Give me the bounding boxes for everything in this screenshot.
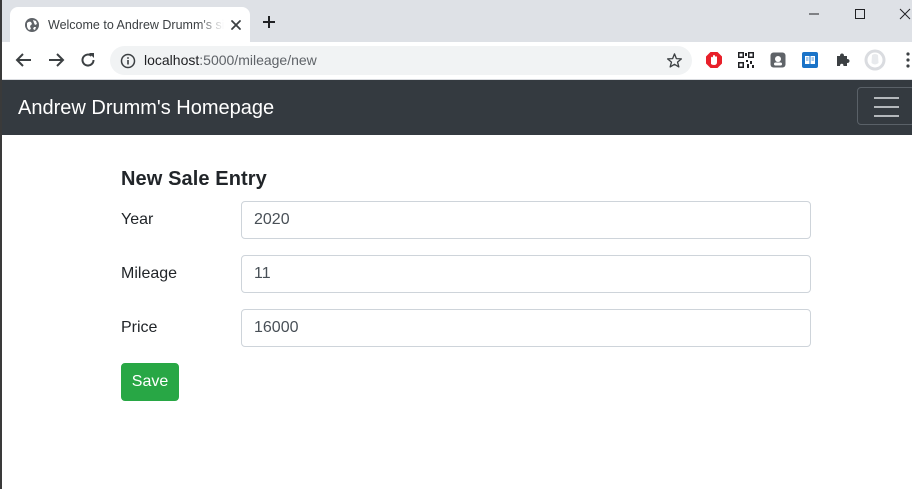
puzzle-icon[interactable] (834, 51, 852, 69)
reader-icon[interactable] (801, 51, 819, 69)
mileage-label: Mileage (121, 265, 178, 282)
browser-tab[interactable]: Welcome to Andrew Drumm's site (10, 7, 250, 42)
navbar-toggler-button[interactable] (857, 87, 912, 125)
close-icon[interactable] (228, 17, 244, 33)
info-icon[interactable] (120, 53, 136, 69)
bookmark-star-icon[interactable] (666, 52, 683, 69)
price-input[interactable] (241, 309, 811, 347)
profile-icon[interactable] (864, 49, 886, 71)
tab-title: Welcome to Andrew Drumm's site (48, 18, 224, 32)
extension-square-icon[interactable] (769, 51, 787, 69)
tab-strip: Welcome to Andrew Drumm's site (2, 0, 912, 42)
forward-arrow-icon[interactable] (47, 51, 65, 69)
back-arrow-icon[interactable] (15, 51, 33, 69)
site-navbar: Andrew Drumm's Homepage (2, 80, 912, 135)
form-title: New Sale Entry (121, 168, 267, 190)
form-row-mileage: Mileage (121, 255, 811, 293)
browser-toolbar: localhost:5000/mileage/new (2, 42, 912, 80)
hamburger-icon (874, 106, 899, 108)
address-bar[interactable]: localhost:5000/mileage/new (110, 46, 692, 75)
more-menu-icon[interactable] (903, 50, 912, 70)
url-path: :5000/mileage/new (199, 52, 317, 68)
form-row-price: Price (121, 309, 811, 347)
url-text: localhost:5000/mileage/new (144, 52, 317, 69)
new-tab-icon[interactable] (260, 13, 278, 31)
url-host: localhost (144, 52, 200, 68)
adblock-icon[interactable] (705, 51, 723, 69)
mileage-input[interactable] (241, 255, 811, 293)
globe-icon (25, 18, 39, 32)
year-input[interactable] (241, 201, 811, 239)
hamburger-icon (874, 97, 899, 99)
navbar-brand[interactable]: Andrew Drumm's Homepage (18, 96, 274, 120)
price-label: Price (121, 319, 158, 336)
reload-icon[interactable] (79, 51, 97, 69)
hamburger-icon (874, 115, 899, 117)
maximize-icon[interactable] (850, 6, 870, 22)
save-button[interactable]: Save (121, 363, 179, 401)
year-label: Year (121, 211, 154, 228)
form-row-year: Year (121, 201, 811, 239)
qr-code-icon[interactable] (737, 51, 755, 69)
window-close-icon[interactable] (895, 6, 912, 22)
minimize-icon[interactable] (804, 6, 824, 22)
